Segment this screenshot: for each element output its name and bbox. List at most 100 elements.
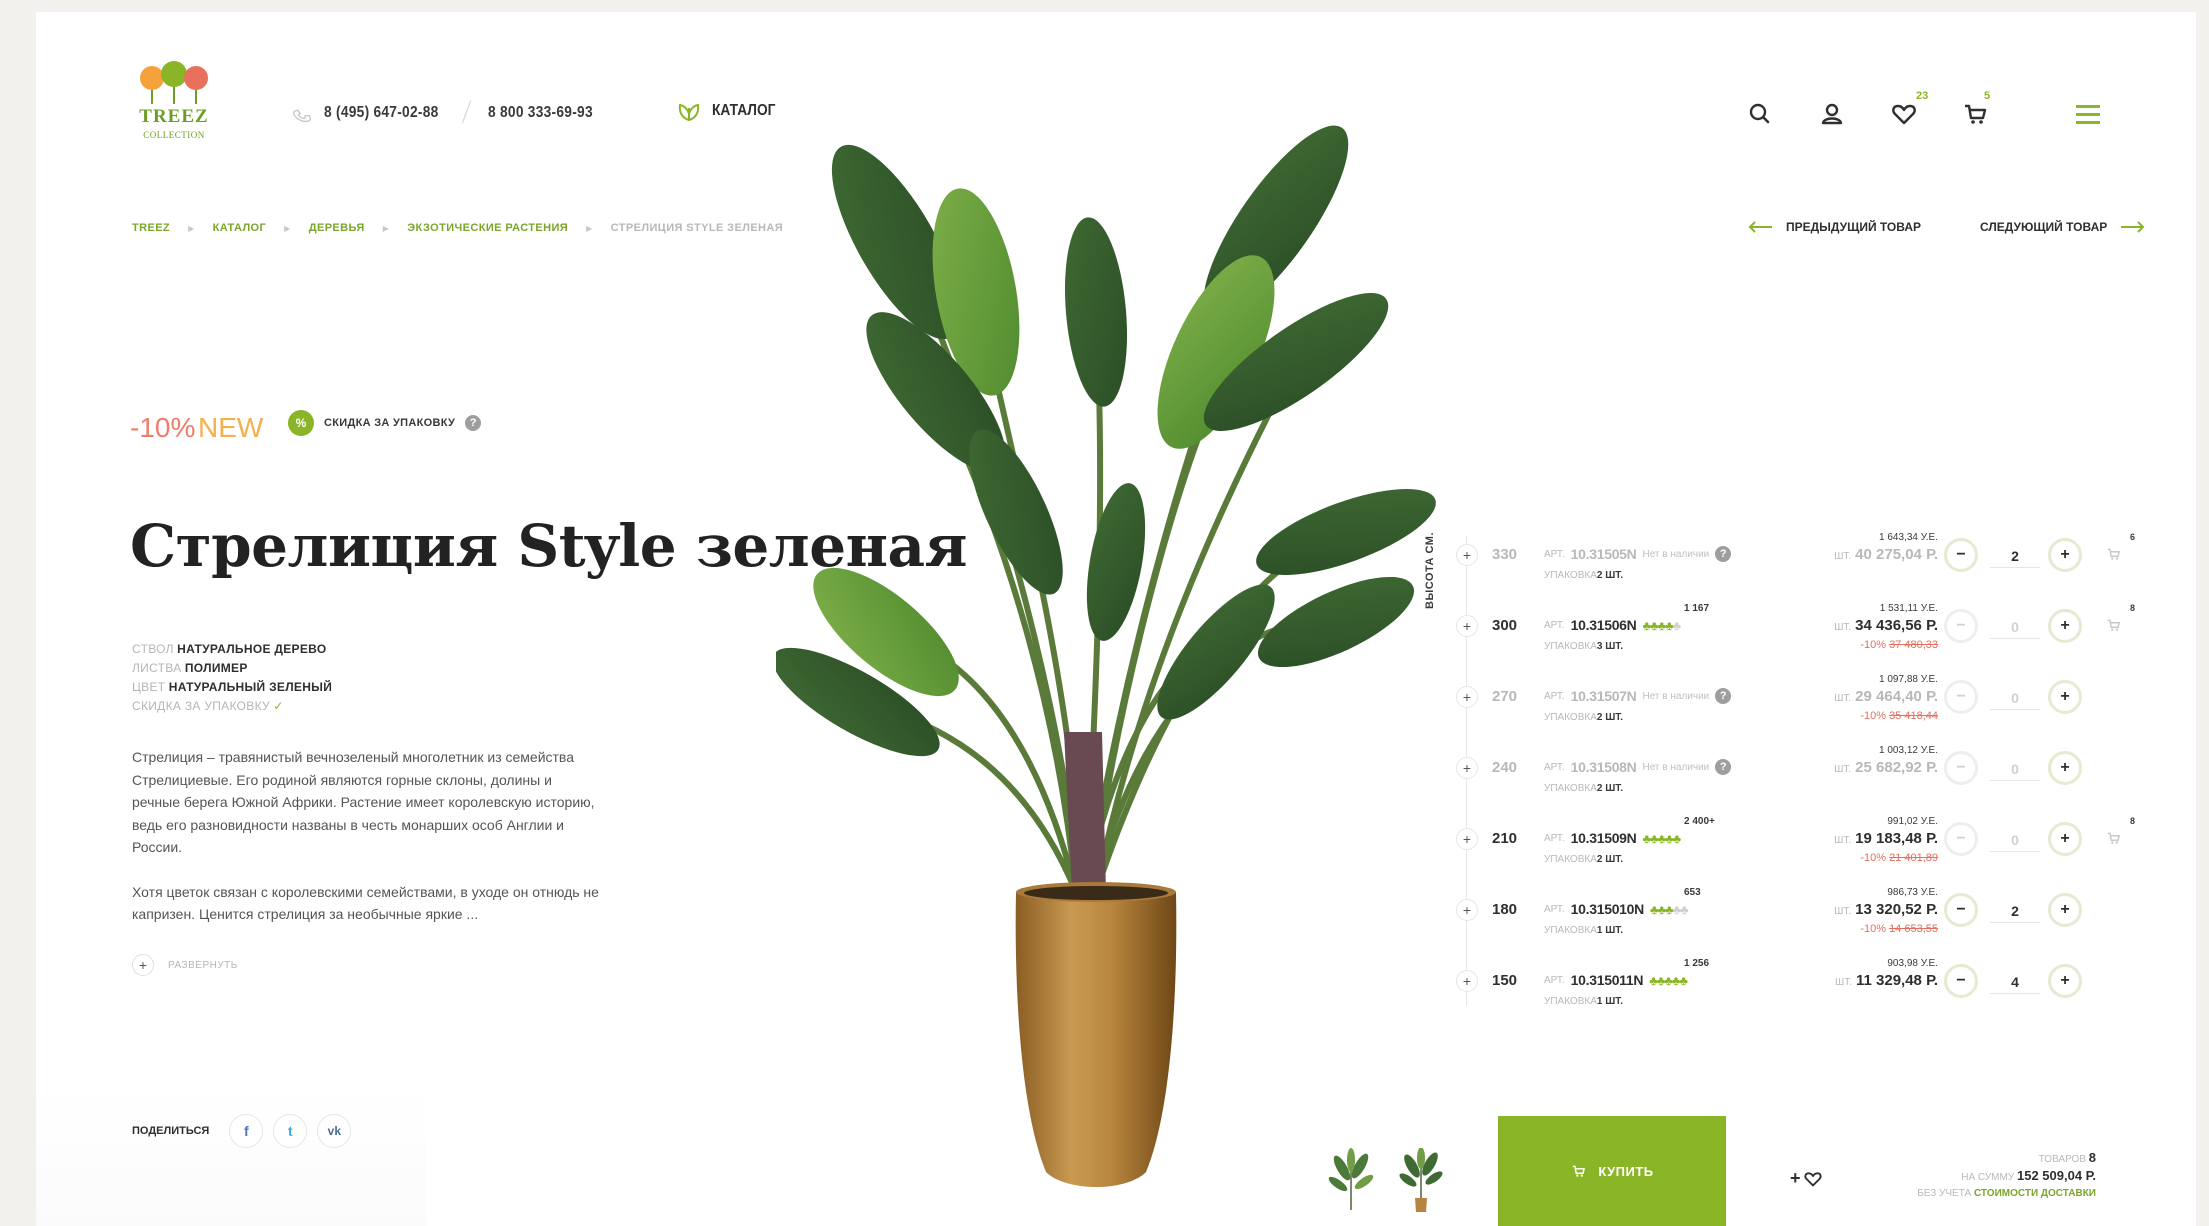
price-value: 19 183,48 Р. <box>1855 830 1938 847</box>
price-rub: ШТ. 29 464,40 Р. <box>1834 688 1938 705</box>
expand-label: РАЗВЕРНУТЬ <box>168 959 238 971</box>
qty-input[interactable] <box>1990 970 2040 994</box>
stock-level-icon: ♣ <box>1665 617 1673 633</box>
expand-variant-button[interactable]: + <box>1456 686 1478 708</box>
pack-value: 2 ШТ. <box>1596 783 1624 794</box>
pack-label: УПАКОВКА <box>1544 783 1597 794</box>
menu-icon[interactable] <box>2076 102 2100 126</box>
expand-description-button[interactable]: + РАЗВЕРНУТЬ <box>132 954 238 976</box>
qty-plus-button[interactable]: + <box>2048 538 2082 572</box>
qty-input[interactable] <box>1990 544 2040 568</box>
heart-icon <box>1892 104 1916 125</box>
cart-button[interactable]: 5 <box>1962 90 1990 128</box>
buy-label: КУПИТЬ <box>1598 1163 1654 1179</box>
qty-minus-button[interactable]: − <box>1944 822 1978 856</box>
qty-plus-button[interactable]: + <box>2048 822 2082 856</box>
stock-level-icon: ♣ <box>1665 830 1673 846</box>
breadcrumb-current: СТРЕЛИЦИЯ STYLE ЗЕЛЕНАЯ <box>610 222 784 234</box>
article-code[interactable]: 10.315010N <box>1571 901 1645 917</box>
stock-level-icon: ♣ <box>1672 901 1681 917</box>
qty-input[interactable] <box>1990 828 2040 852</box>
favorites-button[interactable]: 23 <box>1890 90 1928 128</box>
qty-plus-button[interactable]: + <box>2048 751 2082 785</box>
logo[interactable]: TREEZ COLLECTION <box>132 60 216 144</box>
qty-plus-button[interactable]: + <box>2048 964 2082 998</box>
article-code[interactable]: 10.31506N <box>1571 617 1637 633</box>
article-code[interactable]: 10.31508N <box>1571 759 1637 775</box>
add-to-cart-icon[interactable] <box>2106 617 2122 633</box>
cart-count: 5 <box>1984 90 1991 102</box>
delivery-prefix: БЕЗ УЧЕТА <box>1917 1188 1972 1199</box>
qty-plus-button[interactable]: + <box>2048 609 2082 643</box>
row-discount: -10% <box>1860 852 1886 864</box>
delivery-link[interactable]: СТОИМОСТИ ДОСТАВКИ <box>1974 1188 2096 1199</box>
buy-button[interactable]: КУПИТЬ <box>1498 1116 1726 1226</box>
share-label: ПОДЕЛИТЬСЯ <box>132 1125 210 1137</box>
qty-minus-button[interactable]: − <box>1944 680 1978 714</box>
breadcrumb-item-trees[interactable]: ДЕРЕВЬЯ <box>309 222 365 234</box>
sum-label: НА СУММУ <box>1961 1172 2015 1183</box>
description-paragraph: Хотя цветок связан с королевскими семейс… <box>132 883 599 923</box>
phone-moscow[interactable]: 8 (495) 647-02-88 <box>324 104 439 122</box>
article-label: АРТ. <box>1544 548 1565 560</box>
twitter-icon[interactable]: t <box>273 1114 308 1148</box>
expand-variant-button[interactable]: + <box>1456 544 1478 566</box>
breadcrumb-item-catalog[interactable]: КАТАЛОГ <box>213 222 267 234</box>
article-code[interactable]: 10.315011N <box>1571 972 1644 988</box>
qty-input[interactable] <box>1990 757 2040 781</box>
facebook-icon[interactable]: f <box>229 1114 264 1148</box>
thumbnail-plant-2[interactable] <box>1396 1148 1446 1214</box>
qty-input[interactable] <box>1990 686 2040 710</box>
article-code[interactable]: 10.31507N <box>1571 688 1637 704</box>
items-summary: ТОВАРОВ 8 <box>1896 1150 2096 1168</box>
breadcrumb-item-exotic[interactable]: ЭКЗОТИЧЕСКИЕ РАСТЕНИЯ <box>407 222 568 234</box>
search-icon[interactable] <box>1746 100 1774 128</box>
qty-minus-button[interactable]: − <box>1944 893 1978 927</box>
stock-indicator-icon: ♣♣♣♣♣ <box>1650 901 1689 917</box>
qty-minus-button[interactable]: − <box>1944 538 1978 572</box>
expand-variant-button[interactable]: + <box>1456 757 1478 779</box>
add-to-cart-icon[interactable] <box>2106 830 2122 846</box>
help-icon[interactable]: ? <box>1715 688 1732 704</box>
variant-height: 270 <box>1492 688 1518 705</box>
help-icon[interactable]: ? <box>1715 546 1732 562</box>
article-code[interactable]: 10.31509N <box>1571 830 1637 846</box>
attribute-value: НАТУРАЛЬНОЕ ДЕРЕВО <box>177 642 327 656</box>
help-icon[interactable]: ? <box>465 415 482 431</box>
qty-plus-button[interactable]: + <box>2048 893 2082 927</box>
breadcrumb-item-home[interactable]: TREEZ <box>132 222 170 234</box>
expand-variant-button[interactable]: + <box>1456 970 1478 992</box>
next-product-label: СЛЕДУЮЩИЙ ТОВАР <box>1980 220 2108 234</box>
logo-text: TREEZ <box>139 106 209 127</box>
add-to-favorites-button[interactable]: + <box>1790 1168 1823 1189</box>
expand-variant-button[interactable]: + <box>1456 828 1478 850</box>
qty-minus-button[interactable]: − <box>1944 609 1978 643</box>
help-icon[interactable]: ? <box>1715 759 1732 775</box>
catalog-link[interactable]: КАТАЛОГ <box>676 100 786 122</box>
variant-height: 180 <box>1492 901 1518 918</box>
phone-icon <box>292 109 312 123</box>
user-icon[interactable] <box>1818 100 1846 128</box>
qty-minus-button[interactable]: − <box>1944 751 1978 785</box>
pack-discount-badge: % СКИДКА ЗА УПАКОВКУ ? <box>288 410 482 436</box>
expand-variant-button[interactable]: + <box>1456 615 1478 637</box>
variant-article: АРТ. 10.315010N ♣♣♣♣♣ <box>1544 901 1689 917</box>
catalog-label: КАТАЛОГ <box>712 102 776 119</box>
vk-icon[interactable]: vk <box>317 1114 352 1148</box>
next-product-link[interactable]: СЛЕДУЮЩИЙ ТОВАР <box>1980 220 2145 234</box>
variant-article: АРТ. 10.31508N Нет в наличии? <box>1544 759 1732 775</box>
product-image <box>776 125 1436 1187</box>
qty-minus-button[interactable]: − <box>1944 964 1978 998</box>
qty-plus-button[interactable]: + <box>2048 680 2082 714</box>
add-to-cart-icon[interactable] <box>2106 546 2122 562</box>
prev-product-link[interactable]: ПРЕДЫДУЩИЙ ТОВАР <box>1748 220 1921 234</box>
thumbnail-plant-1[interactable] <box>1326 1148 1376 1214</box>
phone-tollfree[interactable]: 8 800 333-69-93 <box>488 104 593 122</box>
qty-input[interactable] <box>1990 899 2040 923</box>
qty-input[interactable] <box>1990 615 2040 639</box>
attribute-row: ЛИСТВА ПОЛИМЕР <box>132 659 332 678</box>
variant-article: АРТ. 10.31505N Нет в наличии? <box>1544 546 1732 562</box>
expand-variant-button[interactable]: + <box>1456 899 1478 921</box>
article-code[interactable]: 10.31505N <box>1571 546 1637 562</box>
variant-height: 300 <box>1492 617 1518 634</box>
